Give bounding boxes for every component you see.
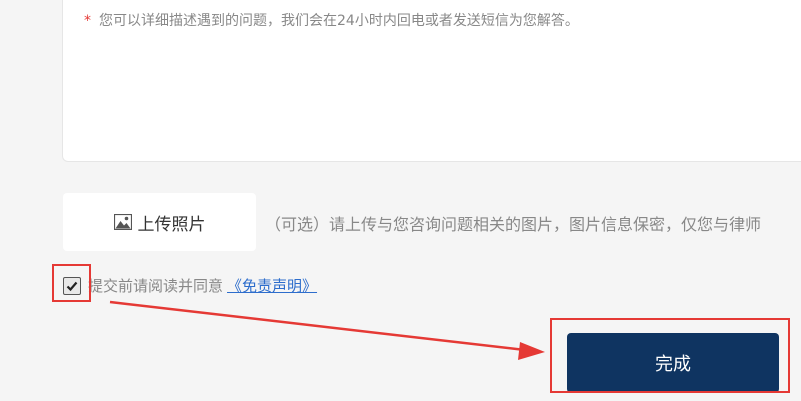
agreement-text: 提交前请阅读并同意 [88,277,224,295]
image-icon [113,213,132,231]
disclaimer-link[interactable]: 《免责声明》 [227,275,317,296]
required-mark: * [84,13,91,29]
placeholder-text: 您可以详细描述遇到的问题，我们会在24小时内回电或者发送短信为您解答。 [99,13,579,29]
upload-photo-button[interactable]: 上传照片 [63,193,256,251]
highlight-checkbox-box [52,264,91,302]
upload-hint: （可选）请上传与您咨询问题相关的图片，图片信息保密，仅您与律师 [265,215,762,234]
highlight-submit-box [550,318,790,393]
question-placeholder: * 您可以详细描述遇到的问题，我们会在24小时内回电或者发送短信为您解答。 [84,10,579,30]
agreement-row: 提交前请阅读并同意 《免责声明》 [57,275,317,296]
upload-photo-label: 上传照片 [137,214,206,235]
